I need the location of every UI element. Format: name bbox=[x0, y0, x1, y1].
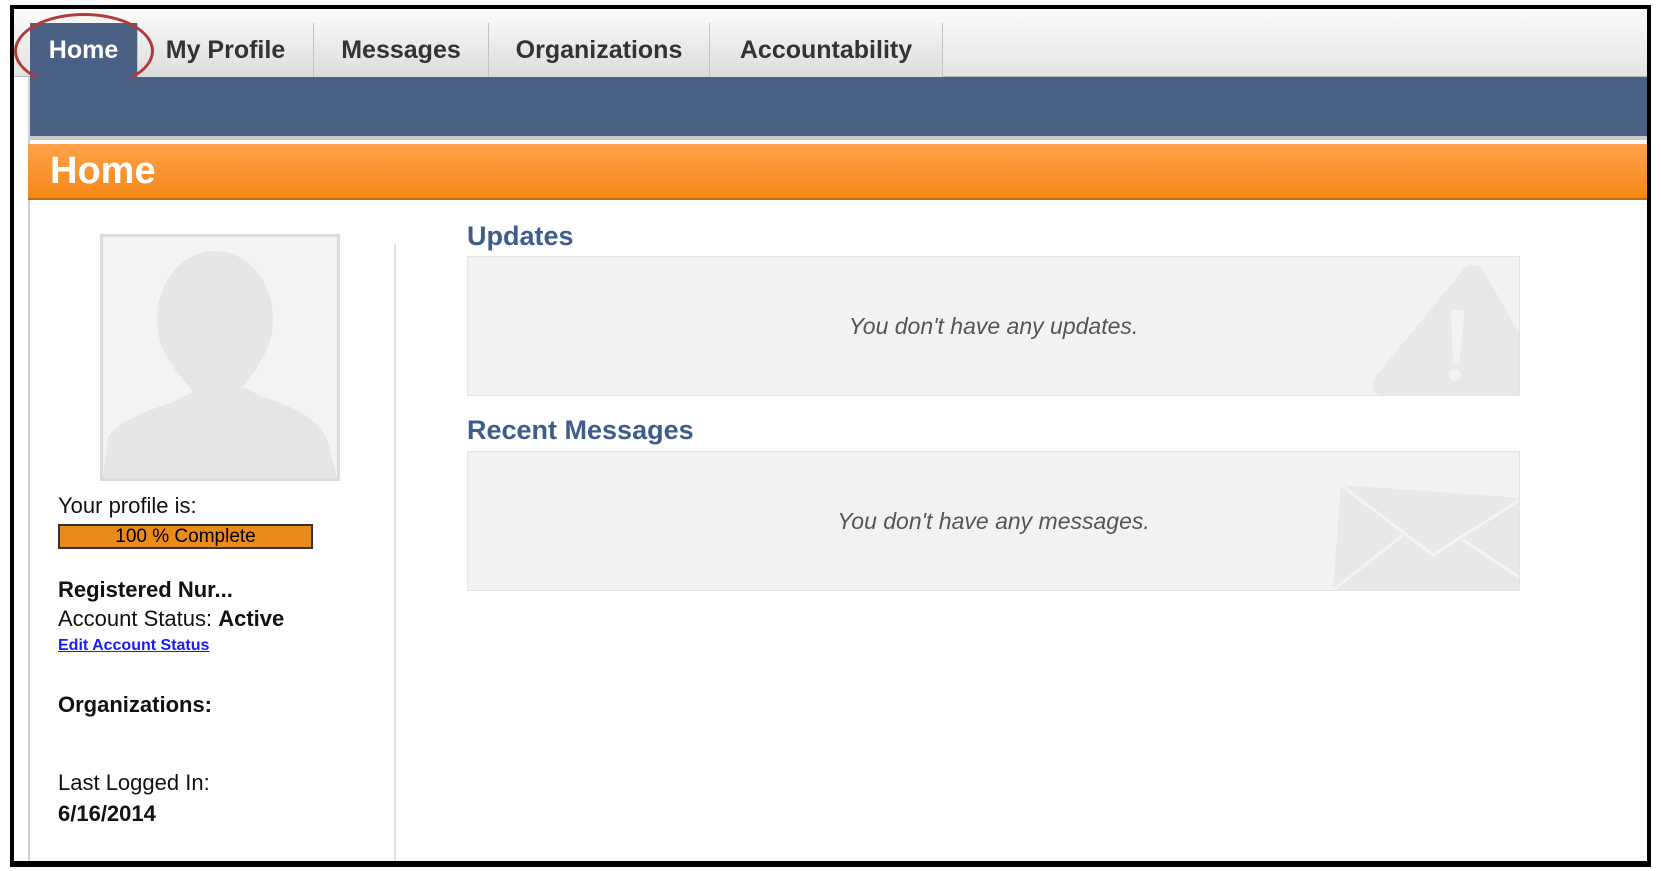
person-silhouette-icon bbox=[103, 251, 337, 478]
sidebar-divider bbox=[394, 244, 396, 861]
profile-progress-text: 100 % Complete bbox=[115, 526, 256, 547]
tab-organizations[interactable]: Organizations bbox=[489, 23, 710, 77]
messages-empty-text: You don't have any messages. bbox=[837, 508, 1150, 534]
user-role: Registered Nur... bbox=[58, 577, 233, 602]
page-title-bar: Home bbox=[28, 144, 1647, 200]
edit-account-status-link[interactable]: Edit Account Status bbox=[58, 637, 209, 655]
last-logged-in-value: 6/16/2014 bbox=[58, 801, 156, 826]
top-nav-bar: Home My Profile Messages Organizations A… bbox=[14, 9, 1647, 89]
profile-status-label: Your profile is: bbox=[58, 493, 197, 518]
sub-nav-bar bbox=[28, 77, 1647, 140]
profile-progress-bar: 100 % Complete bbox=[58, 524, 313, 549]
page-title: Home bbox=[50, 150, 156, 192]
updates-empty-text: You don't have any updates. bbox=[848, 313, 1139, 339]
last-logged-in-label: Last Logged In: bbox=[58, 770, 210, 795]
account-status-label: Account Status: bbox=[58, 606, 213, 631]
account-status-value: Active bbox=[218, 606, 285, 631]
recent-messages-heading: Recent Messages bbox=[467, 415, 694, 445]
account-status-row: Account Status: Active bbox=[58, 606, 284, 632]
tab-accountability[interactable]: Accountability bbox=[710, 23, 943, 77]
tab-home[interactable]: Home bbox=[30, 23, 138, 77]
updates-heading: Updates bbox=[467, 221, 574, 251]
avatar[interactable] bbox=[100, 234, 340, 481]
recent-messages-panel: You don't have any messages. bbox=[467, 451, 1520, 591]
tab-messages[interactable]: Messages bbox=[314, 23, 489, 77]
tab-my-profile[interactable]: My Profile bbox=[138, 23, 314, 77]
updates-panel: You don't have any updates. bbox=[467, 256, 1520, 396]
organizations-label: Organizations: bbox=[58, 692, 213, 717]
app-window: Home My Profile Messages Organizations A… bbox=[10, 5, 1651, 867]
